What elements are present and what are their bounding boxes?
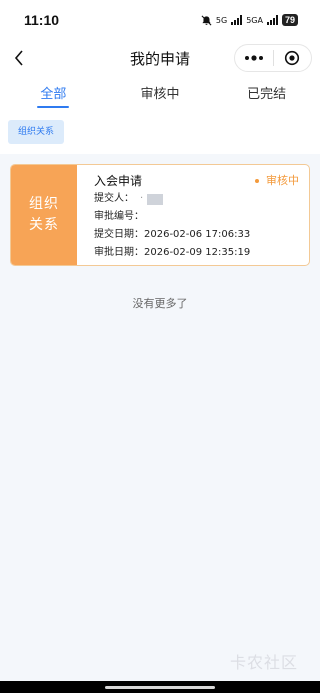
approval-number-field: 审批编号： (94, 208, 299, 226)
approve-date-value: 2026-02-09 12:35:19 (144, 247, 251, 258)
mini-program-capsule (234, 44, 312, 72)
signal-icon-2 (266, 15, 278, 25)
status-text: 审核中 (266, 174, 299, 187)
approve-date-field: 审批日期： 2026-02-09 12:35:19 (94, 244, 299, 262)
submitter-field: 提交人： · (94, 190, 299, 208)
card-body: 入会申请 审核中 提交人： · 审批编号： 提交日期： 2026-02-06 1… (77, 165, 309, 265)
approval-number-label: 审批编号： (94, 211, 144, 222)
chevron-left-icon (14, 50, 23, 66)
signal-icon-1 (231, 15, 243, 25)
tab-all[interactable]: 全部 (0, 76, 107, 116)
submit-date-value: 2026-02-06 17:06:33 (144, 229, 251, 240)
status-time: 11:10 (24, 12, 60, 28)
filter-chip-organization[interactable]: 组织关系 (8, 120, 65, 144)
category-badge: 组织 关系 (11, 165, 77, 265)
more-dots-icon (244, 55, 263, 61)
category-badge-line1: 组织 (29, 196, 59, 212)
close-program-button[interactable] (274, 45, 312, 71)
approve-date-label: 审批日期： (94, 247, 144, 258)
redacted-name-block (147, 193, 164, 205)
home-indicator-bar (0, 681, 320, 693)
tab-bar: 全部 审核中 已完结 (0, 76, 320, 116)
filter-row: 组织关系 (0, 116, 320, 154)
status-bar: 11:10 5G 5GA 79 (0, 0, 320, 40)
application-card[interactable]: 组织 关系 入会申请 审核中 提交人： · 审批编号： 提交日期： 2026-0… (10, 164, 310, 266)
status-icons: 5G 5GA 79 (201, 14, 298, 26)
tab-under-review[interactable]: 审核中 (107, 76, 214, 116)
back-button[interactable] (8, 46, 30, 70)
target-close-icon (285, 50, 300, 66)
mute-bell-icon (201, 15, 212, 25)
list-end-text: 没有更多了 (132, 297, 188, 310)
more-button[interactable] (235, 45, 273, 71)
application-list: 组织 关系 入会申请 审核中 提交人： · 审批编号： 提交日期： 2026-0… (0, 154, 320, 311)
watermark: 卡农社区 (229, 653, 298, 672)
category-badge-line2: 关系 (29, 217, 59, 233)
status-badge: 审核中 (255, 172, 299, 190)
network-label-1: 5G (215, 15, 228, 25)
submit-date-label: 提交日期： (94, 229, 144, 240)
submitter-label: 提交人： (94, 193, 134, 204)
status-dot-icon (255, 179, 259, 183)
tab-completed[interactable]: 已完结 (213, 76, 320, 116)
navigation-bar: 我的申请 (0, 40, 320, 76)
submitter-value: · (140, 193, 144, 204)
top-area: 11:10 5G 5GA 79 我的申请 全部 审核中 已完结 组织关系 (0, 0, 320, 154)
network-label-2: 5GA (246, 15, 263, 25)
battery-indicator: 79 (281, 14, 298, 26)
submit-date-field: 提交日期： 2026-02-06 17:06:33 (94, 226, 299, 244)
home-indicator[interactable] (105, 685, 215, 689)
